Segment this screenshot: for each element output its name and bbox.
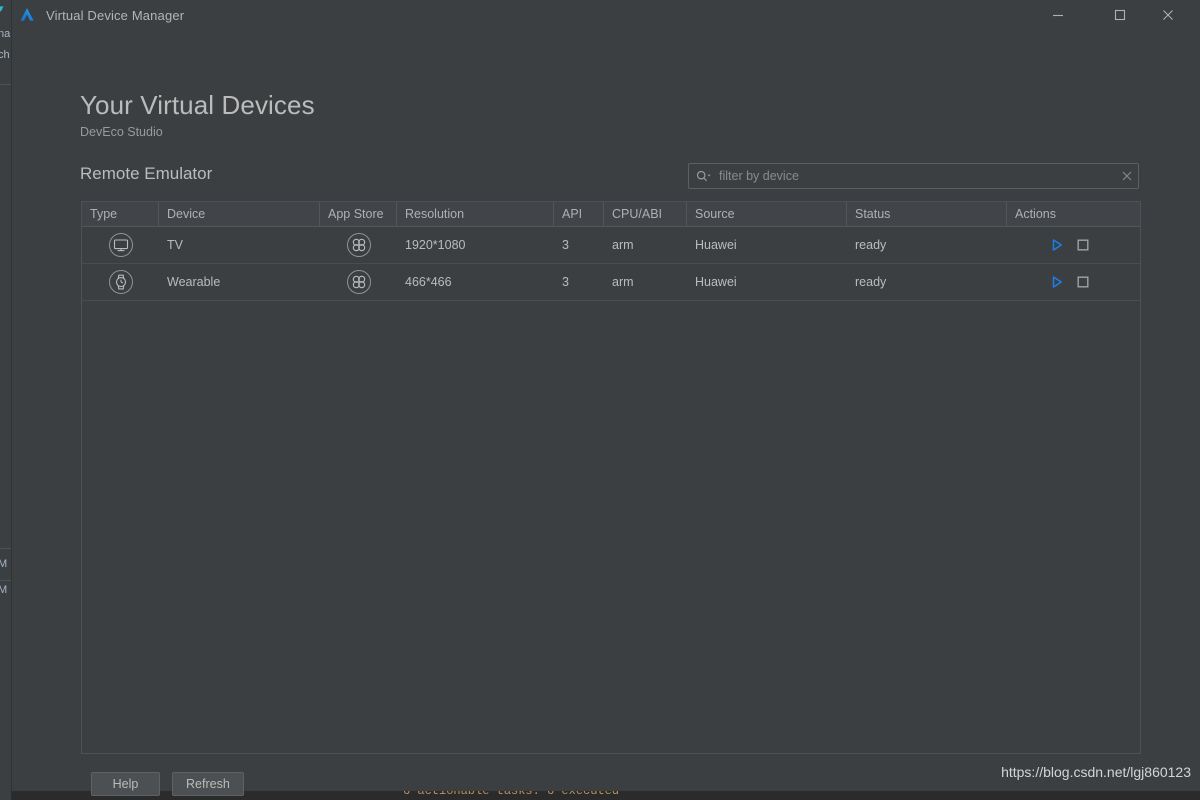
column-header-type[interactable]: Type: [82, 202, 159, 226]
search-input[interactable]: [719, 169, 1116, 183]
device-name-cell: Wearable: [167, 275, 221, 289]
strip-divider: [0, 580, 11, 581]
window-title-bar: Virtual Device Manager: [12, 0, 1200, 30]
table-header-row: Type Device App Store Resolution API CPU…: [82, 202, 1140, 227]
stop-icon[interactable]: [1075, 237, 1091, 253]
app-store-cell: [320, 264, 397, 300]
device-type-cell: [82, 264, 159, 300]
column-header-source[interactable]: Source: [687, 202, 847, 226]
strip-divider: [0, 84, 11, 85]
strip-text-fragment: ch: [0, 49, 10, 61]
close-icon[interactable]: [1145, 0, 1191, 30]
column-header-app-store[interactable]: App Store: [320, 202, 397, 226]
source-cell: Huawei: [695, 238, 737, 252]
resolution-cell: 466*466: [405, 275, 452, 289]
app-store-cell: [320, 227, 397, 263]
resolution-cell: 1920*1080: [405, 238, 466, 252]
strip-text-fragment: M: [0, 584, 8, 596]
device-type-cell: [82, 227, 159, 263]
dialog-body: Your Virtual Devices DevEco Studio Remot…: [12, 30, 1200, 796]
column-header-cpu-abi[interactable]: CPU/ABI: [604, 202, 687, 226]
clear-icon[interactable]: [1116, 164, 1138, 188]
appgallery-icon: [346, 232, 372, 258]
column-header-api[interactable]: API: [554, 202, 604, 226]
table-row[interactable]: TV 1920*1080 3 arm Huawei ready: [82, 227, 1140, 264]
tv-icon: [108, 232, 134, 258]
help-button[interactable]: Help: [91, 772, 160, 796]
column-header-device[interactable]: Device: [159, 202, 320, 226]
actions-cell: [1007, 227, 1140, 263]
filter-by-device-box[interactable]: [688, 163, 1139, 189]
table-row[interactable]: Wearable 466*466 3 arm Huawei ready: [82, 264, 1140, 301]
source-cell: Huawei: [695, 275, 737, 289]
page-title: Your Virtual Devices: [80, 90, 315, 120]
play-icon[interactable]: [1049, 237, 1065, 253]
footer-button-bar: Help Refresh: [91, 772, 244, 796]
column-header-resolution[interactable]: Resolution: [397, 202, 554, 226]
section-title-remote-emulator: Remote Emulator: [80, 164, 213, 183]
strip-text-fragment: ▾: [0, 3, 4, 15]
appgallery-icon: [346, 269, 372, 295]
watermark-text: https://blog.csdn.net/lgj860123: [1001, 764, 1191, 780]
minimize-icon[interactable]: [1035, 0, 1081, 30]
maximize-icon[interactable]: [1097, 0, 1143, 30]
api-cell: 3: [562, 238, 569, 252]
actions-cell: [1007, 264, 1140, 300]
play-icon[interactable]: [1049, 274, 1065, 290]
stop-icon[interactable]: [1075, 274, 1091, 290]
wearable-icon: [108, 269, 134, 295]
cpu-abi-cell: arm: [612, 275, 634, 289]
deveco-studio-logo-icon: [17, 5, 37, 25]
device-name-cell: TV: [167, 238, 183, 252]
search-icon: [696, 169, 712, 183]
cpu-abi-cell: arm: [612, 238, 634, 252]
device-table: Type Device App Store Resolution API CPU…: [81, 201, 1141, 754]
refresh-button[interactable]: Refresh: [172, 772, 244, 796]
strip-text-fragment: na: [0, 28, 11, 40]
ide-background-left-strip: ▾ na ch M M: [0, 0, 11, 800]
strip-text-fragment: M: [0, 558, 8, 570]
virtual-device-manager-window: Virtual Device Manager Your Virtual Devi…: [11, 0, 1200, 796]
status-cell: ready: [855, 238, 887, 252]
strip-divider: [0, 548, 11, 549]
column-header-status[interactable]: Status: [847, 202, 1007, 226]
status-cell: ready: [855, 275, 887, 289]
column-header-actions[interactable]: Actions: [1007, 202, 1140, 226]
window-title: Virtual Device Manager: [46, 7, 185, 23]
page-subtitle: DevEco Studio: [80, 125, 163, 139]
api-cell: 3: [562, 275, 569, 289]
